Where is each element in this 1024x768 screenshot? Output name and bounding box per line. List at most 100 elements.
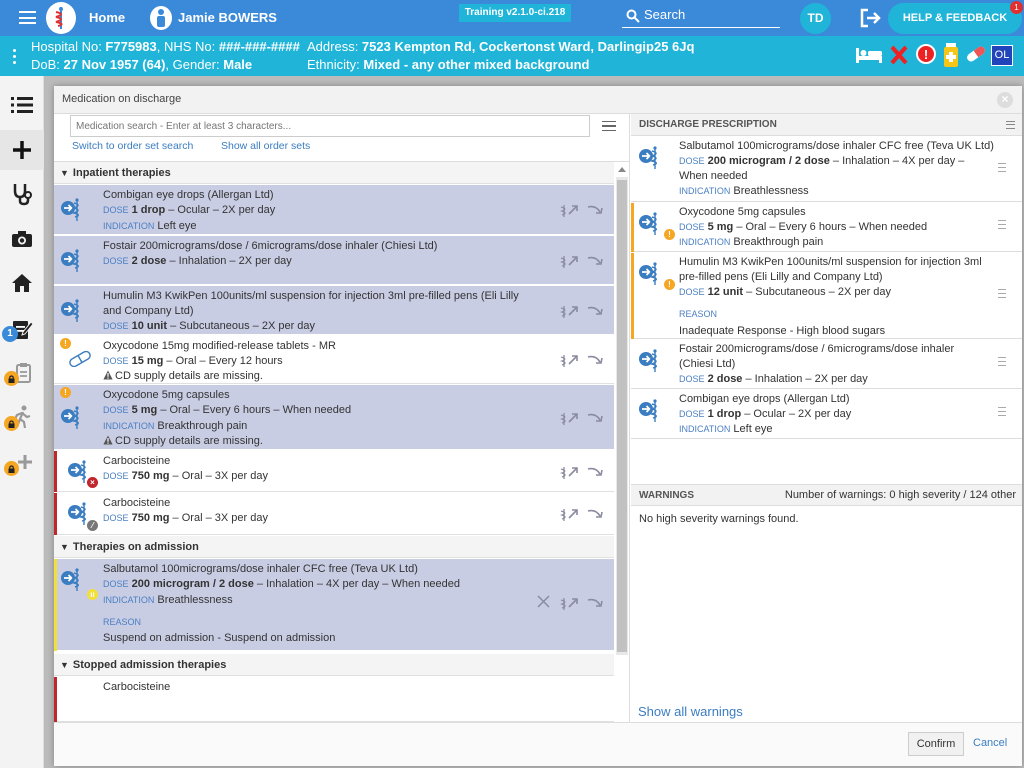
indication-line: INDICATION Breakthrough pain (103, 419, 247, 434)
item-menu-icon[interactable] (998, 357, 1006, 366)
therapies-on-admission-header[interactable]: ▼ Therapies on admission (54, 536, 614, 558)
therapies-list[interactable]: ▼ Inpatient therapies Combigan eye drops (… (54, 162, 629, 722)
nav-stethoscope-icon[interactable] (0, 174, 44, 214)
prescribe-icon[interactable] (559, 595, 580, 611)
therapy-row[interactable]: Combigan eye drops (Allergan Ltd) DOSE 1 … (54, 185, 614, 235)
continue-arrow-icon[interactable] (586, 466, 606, 480)
dose-value: 1 drop (131, 204, 166, 216)
dose-value: 1 drop (707, 408, 742, 420)
prescription-item[interactable]: Fostair 200micrograms/dose / 6micrograms… (631, 340, 1022, 389)
prescribe-icon[interactable] (559, 464, 580, 480)
continue-arrow-icon[interactable] (586, 255, 606, 269)
nav-home-icon[interactable] (0, 263, 44, 303)
stopped-admission-therapies-header[interactable]: ▼ Stopped admission therapies (54, 654, 614, 676)
continue-arrow-icon[interactable] (586, 412, 606, 426)
therapy-row[interactable]: Carbocisteine (54, 677, 614, 722)
item-menu-icon[interactable] (998, 220, 1006, 229)
order-set-search-link[interactable]: Switch to order set search (72, 140, 193, 152)
therapy-row[interactable]: Carbocisteine DOSE 750 mg – Oral – 3X per… (54, 451, 614, 492)
prescription-menu-icon[interactable] (1006, 121, 1015, 129)
modal-header: Medication on discharge × (54, 86, 1022, 114)
show-all-order-sets-link[interactable]: Show all order sets (221, 140, 310, 152)
confirm-button[interactable]: Confirm (908, 732, 964, 756)
search-box[interactable]: Search (622, 4, 780, 28)
banner-menu-icon[interactable] (13, 49, 17, 65)
alert-icon[interactable]: ! (916, 44, 936, 64)
collapse-arrow-icon: ▼ (60, 660, 69, 670)
scroll-up-arrow-icon[interactable] (618, 167, 626, 172)
left-panel: Switch to order set search Show all orde… (54, 114, 630, 722)
dose-value: 200 microgram / 2 dose (131, 578, 254, 590)
bed-icon[interactable] (855, 46, 883, 67)
search-list-icon[interactable] (602, 121, 616, 131)
therapy-row[interactable]: Oxycodone 15mg modified-release tablets … (54, 336, 614, 384)
prescribe-icon[interactable] (559, 506, 580, 522)
item-menu-icon[interactable] (998, 163, 1006, 172)
address-line: Address: 7523 Kempton Rd, Cockertonst Wa… (307, 39, 695, 54)
indication-line: INDICATION Left eye (103, 219, 197, 234)
therapy-row[interactable]: Fostair 200micrograms/dose / 6micrograms… (54, 236, 614, 285)
status-bar (54, 451, 57, 492)
medication-bottle-icon[interactable] (943, 42, 959, 71)
cross-icon[interactable] (890, 44, 908, 69)
item-menu-icon[interactable] (998, 407, 1006, 416)
show-all-warnings-link[interactable]: Show all warnings (638, 704, 743, 719)
prescribe-icon[interactable] (559, 303, 580, 319)
therapy-row[interactable]: Humulin M3 KwikPen 100units/ml suspensio… (54, 286, 614, 335)
item-menu-icon[interactable] (998, 289, 1006, 298)
prescribe-icon[interactable] (559, 410, 580, 426)
close-icon[interactable]: × (997, 92, 1013, 108)
continue-arrow-icon[interactable] (586, 597, 606, 611)
remove-x-icon[interactable] (537, 595, 550, 611)
therapy-row[interactable]: ıı Salbutamol 100micrograms/dose inhaler … (54, 559, 614, 651)
medication-name: Oxycodone 5mg capsules (679, 206, 806, 218)
hamburger-menu-icon[interactable] (19, 11, 36, 24)
medication-search-input[interactable] (70, 115, 590, 137)
reason-text: Inadequate Response - High blood sugars (679, 325, 886, 337)
prescribe-icon[interactable] (559, 202, 580, 218)
prescribe-icon[interactable] (559, 253, 580, 269)
medication-name: Oxycodone 15mg modified-release tablets … (103, 340, 336, 352)
continue-arrow-icon[interactable] (586, 508, 606, 522)
modal-footer: Confirm Cancel (54, 722, 1022, 766)
warning-text: CD supply details are missing. (115, 435, 263, 447)
medication-name: Carbocisteine (103, 455, 171, 467)
prescription-item[interactable]: Combigan eye drops (Allergan Ltd) DOSE 1 … (631, 390, 1022, 439)
discharge-prescription-header: DISCHARGE PRESCRIPTION (631, 114, 1022, 136)
dose-label: DOSE (103, 513, 129, 523)
prescription-item[interactable]: ! Oxycodone 5mg capsules DOSE 5 mg – Oral … (631, 203, 1022, 252)
search-label: Search (644, 7, 686, 22)
logout-icon[interactable] (860, 8, 882, 31)
dose-route-cont: When needed (679, 170, 748, 182)
user-avatar[interactable]: TD (800, 3, 831, 34)
nav-add-icon[interactable] (0, 130, 44, 170)
dose-line: DOSE 1 drop – Ocular – 2X per day (103, 203, 275, 218)
continue-arrow-icon[interactable] (586, 354, 606, 368)
pill-icon[interactable] (965, 45, 987, 66)
help-feedback-button[interactable]: HELP & FEEDBACK (888, 3, 1022, 34)
prescription-item[interactable]: ! Humulin M3 KwikPen 100units/ml suspensi… (631, 253, 1022, 339)
nav-camera-icon[interactable] (0, 219, 44, 259)
continue-arrow-icon[interactable] (586, 305, 606, 319)
medication-name: Combigan eye drops (Allergan Ltd) (679, 393, 850, 405)
cancel-button[interactable]: Cancel (973, 737, 1007, 749)
app-logo-icon[interactable] (46, 2, 76, 34)
inpatient-therapies-header[interactable]: ▼ Inpatient therapies (54, 162, 614, 184)
prescription-item[interactable]: Salbutamol 100micrograms/dose inhaler CF… (631, 137, 1022, 202)
warnings-title: WARNINGS (639, 490, 694, 501)
dose-line: DOSE 10 unit – Subcutaneous – 2X per day (103, 319, 315, 334)
status-bar (54, 493, 57, 535)
therapy-row[interactable]: Oxycodone 5mg capsules DOSE 5 mg – Oral –… (54, 385, 614, 450)
patient-icon (150, 6, 172, 30)
indication-label: INDICATION (679, 186, 731, 196)
therapy-row[interactable]: Carbocisteine DOSE 750 mg – Oral – 3X per… (54, 493, 614, 535)
home-link[interactable]: Home (89, 10, 125, 25)
prescribe-icon[interactable] (559, 352, 580, 368)
ol-badge[interactable]: OL (991, 45, 1013, 66)
indication-value: Breakthrough pain (733, 236, 824, 248)
patient-name[interactable]: Jamie BOWERS (178, 10, 277, 25)
dose-route: – Ocular – 2X per day (165, 204, 276, 216)
scrollbar-thumb[interactable] (617, 180, 627, 652)
nav-list-icon[interactable] (0, 85, 44, 125)
continue-arrow-icon[interactable] (586, 204, 606, 218)
